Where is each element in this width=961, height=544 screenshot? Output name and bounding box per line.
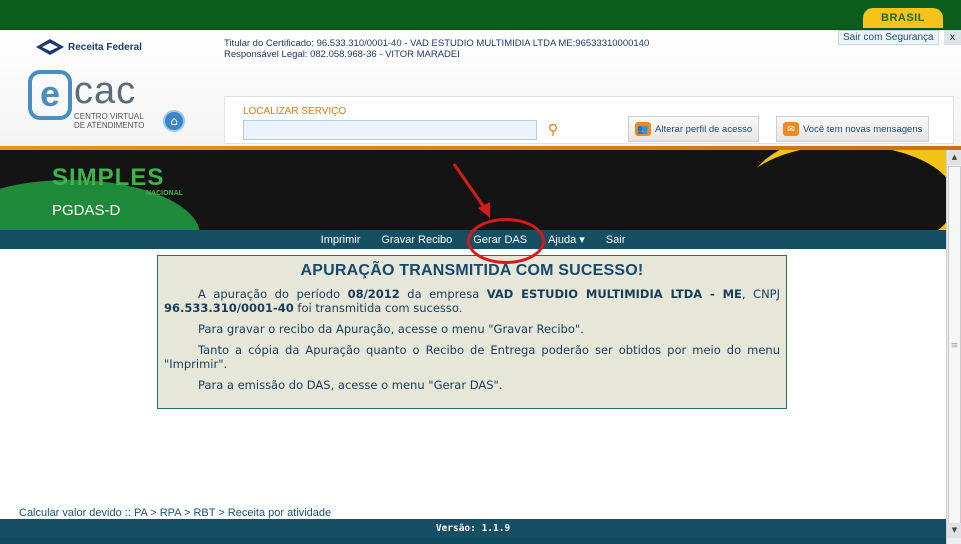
message-paragraph-2: Para gravar o recibo da Apuração, acesse… [198,322,584,336]
search-icon[interactable]: ⚲ [544,121,562,139]
menu-sair[interactable]: Sair [606,234,626,246]
breadcrumb: Calcular valor devido :: PA > RPA > RBT … [19,507,332,519]
bottom-strip [0,538,961,544]
ecac-logo[interactable]: e cac CENTRO VIRTUAL DE ATENDIMENTO [28,70,148,134]
menu-imprimir[interactable]: Imprimir [321,234,361,246]
message-paragraph-3: Tanto a cópia da Apuração quanto o Recib… [164,343,780,371]
ecac-window: BRASIL Receita Federal Titular do Certif… [0,0,961,544]
menu-gravar-recibo[interactable]: Gravar Recibo [381,234,452,246]
messages-button[interactable]: ✉ Você tem novas mensagens [776,116,930,142]
scroll-down-icon[interactable]: ▼ [947,523,961,538]
cert-holder: Titular do Certificado: 96.533.310/0001-… [224,38,650,49]
close-icon[interactable]: x [944,30,961,45]
ecac-logo-cac: cac [74,70,137,112]
home-icon[interactable]: ⌂ [163,110,185,132]
version-footer: Versão: 1.1.9 [0,519,946,538]
receita-federal-label: Receita Federal [68,41,142,53]
p1-text-b: da empresa [399,287,487,301]
module-title: PGDAS-D [52,202,121,219]
cert-responsible: Responsável Legal: 082.058.968-36 - VITO… [224,49,460,60]
simples-logo-sub: NACIONAL [146,190,183,197]
gov-bar: BRASIL [0,0,961,30]
banner-dark-overlay [736,150,946,230]
ecac-header: Receita Federal Titular do Certificado: … [0,30,961,146]
success-title: APURAÇÃO TRANSMITIDA COM SUCESSO! [300,262,644,279]
change-profile-button[interactable]: 👥 Alterar perfil de acesso [628,116,760,142]
change-profile-label: Alterar perfil de acesso [655,123,753,135]
period-value: 08/2012 [347,287,400,301]
annotation-circle [467,218,545,264]
ecac-sub-line2: DE ATENDIMENTO [74,121,145,130]
scroll-thumb[interactable]: ≡ [948,166,961,524]
p1-text-c: , CNPJ [741,287,781,301]
users-icon: 👥 [635,122,651,136]
vertical-scrollbar[interactable]: ▲ ≡ ▼ [946,150,961,544]
message-paragraph-4: Para a emissão do DAS, acesse o menu "Ge… [198,378,503,392]
logout-button[interactable]: Sair com Segurança [838,30,939,45]
success-message-box: APURAÇÃO TRANSMITIDA COM SUCESSO! A apur… [157,255,787,409]
search-input[interactable] [243,120,537,140]
cnpj-value: 96.533.310/0001-40 [164,301,294,315]
ecac-logo-subtitle: CENTRO VIRTUAL DE ATENDIMENTO [74,112,144,130]
annotation-arrow-icon [452,163,490,218]
p1-text-a: A apuração do período [198,287,348,301]
brasil-badge[interactable]: BRASIL [863,8,943,28]
scroll-up-icon[interactable]: ▲ [947,150,961,165]
ecac-sub-line1: CENTRO VIRTUAL [74,112,144,121]
company-name: VAD ESTUDIO MULTIMIDIA LTDA - ME [486,287,742,301]
receita-federal-logo: Receita Federal [36,38,142,56]
search-label: LOCALIZAR SERVIÇO [243,106,347,117]
ecac-logo-e: e [28,70,72,120]
simples-logo: SIMPLES [52,164,165,191]
receita-federal-icon [36,39,64,55]
p1-text-d: foi transmitida com sucesso. [293,301,463,315]
menu-ajuda[interactable]: Ajuda ▾ [548,233,585,246]
messages-label: Você tem novas mensagens [803,123,923,135]
message-paragraph-1: A apuração do período 08/2012 da empresa… [164,287,780,315]
envelope-icon: ✉ [783,122,799,136]
certificate-info: Titular do Certificado: 96.533.310/0001-… [224,38,649,60]
